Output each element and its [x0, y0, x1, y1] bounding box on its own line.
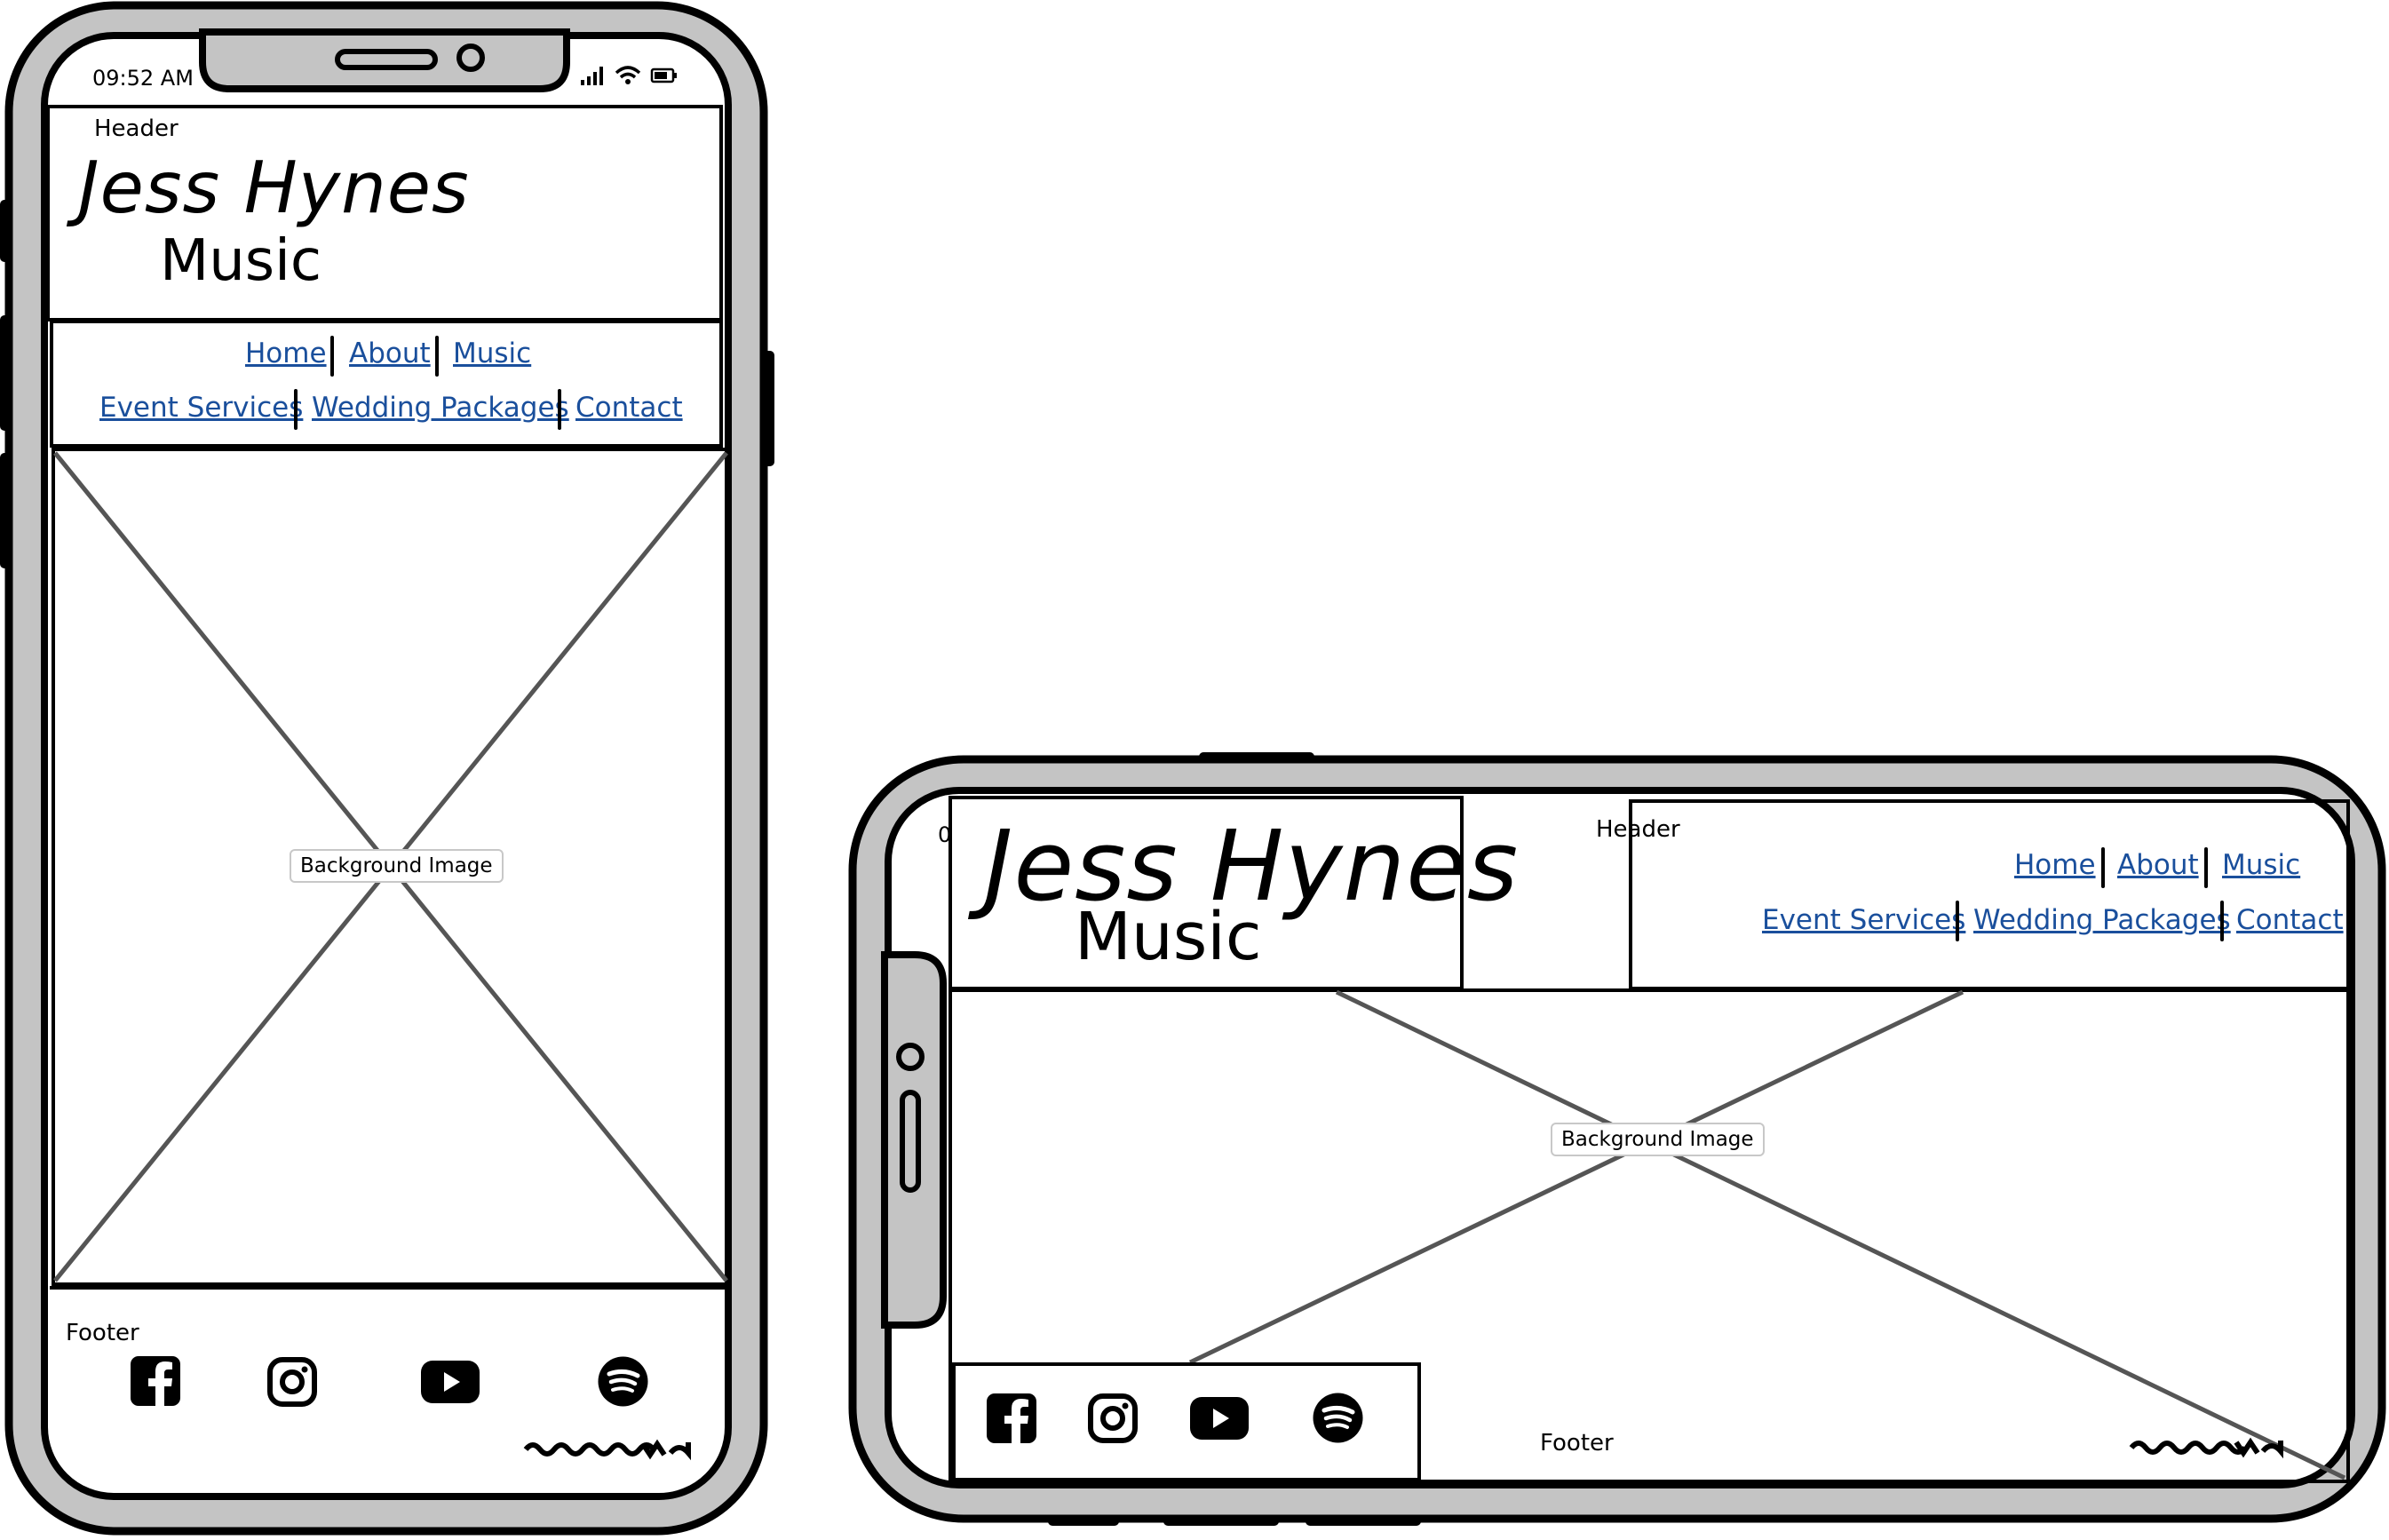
- nav-wedding-packages-link[interactable]: Wedding Packages: [312, 392, 569, 424]
- instagram-icon[interactable]: [1087, 1393, 1139, 1444]
- header-label-landscape: Header: [1596, 816, 1680, 843]
- site-title: Jess Hynes: [78, 147, 470, 229]
- nav-event-services-link-landscape[interactable]: Event Services: [1762, 904, 1965, 936]
- nav-home-link[interactable]: Home: [245, 337, 327, 369]
- nav-event-services-link[interactable]: Event Services: [99, 392, 303, 424]
- site-subtitle-landscape: Music: [1075, 899, 1262, 975]
- nav-wedding-packages-link-landscape[interactable]: Wedding Packages: [1973, 904, 2231, 936]
- nav-separator: [435, 336, 439, 377]
- youtube-icon[interactable]: [1190, 1397, 1249, 1440]
- nav-separator: [2220, 901, 2224, 941]
- nav-music-link-landscape[interactable]: Music: [2222, 849, 2300, 881]
- nav-separator: [1956, 901, 1959, 941]
- portrait-phone-frame: [0, 1, 774, 1536]
- wireframe-canvas: [0, 1, 2386, 1536]
- spotify-icon[interactable]: [1313, 1393, 1363, 1443]
- footer-label: Footer: [66, 1320, 139, 1346]
- hero-image-placeholder-label: Background Image: [290, 849, 504, 883]
- footer-label-landscape: Footer: [1540, 1430, 1614, 1457]
- nav-about-link[interactable]: About: [349, 337, 431, 369]
- spotify-icon[interactable]: [598, 1356, 648, 1407]
- nav-contact-link[interactable]: Contact: [575, 392, 683, 424]
- nav-contact-link-landscape[interactable]: Contact: [2236, 904, 2344, 936]
- instagram-icon[interactable]: [266, 1356, 318, 1408]
- nav-separator: [2204, 847, 2208, 888]
- facebook-icon[interactable]: [987, 1393, 1036, 1443]
- status-time: 09:52 AM: [92, 66, 194, 91]
- facebook-icon[interactable]: [131, 1356, 180, 1406]
- nav-separator: [330, 336, 334, 377]
- youtube-icon[interactable]: [421, 1361, 480, 1403]
- nav-about-link-landscape[interactable]: About: [2117, 849, 2199, 881]
- status-time-partial: 0: [938, 822, 952, 847]
- nav-separator: [2101, 847, 2105, 888]
- hero-image-placeholder-label-landscape: Background Image: [1551, 1123, 1765, 1156]
- header-label: Header: [94, 115, 179, 142]
- nav-separator: [558, 389, 561, 430]
- site-subtitle: Music: [160, 228, 322, 294]
- nav-separator: [294, 389, 298, 430]
- nav-music-link[interactable]: Music: [453, 337, 531, 369]
- nav-home-link-landscape[interactable]: Home: [2014, 849, 2096, 881]
